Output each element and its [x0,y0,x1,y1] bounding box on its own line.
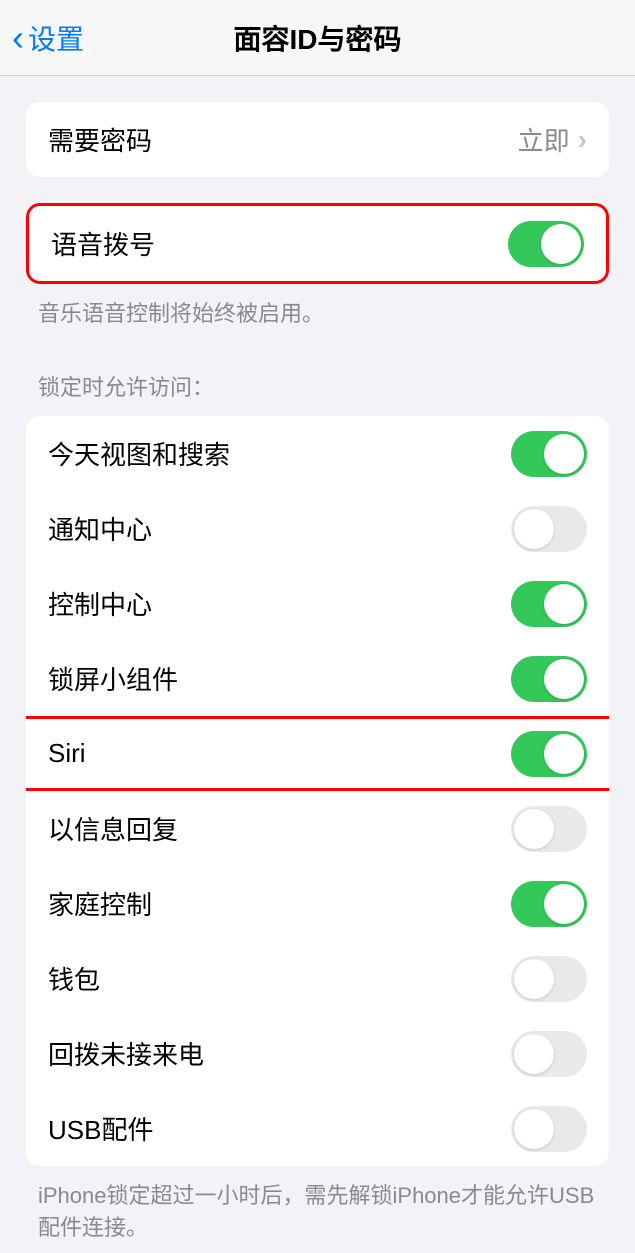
lock-access-header: 锁定时允许访问： [0,356,635,410]
lock-item-row: 锁屏小组件 [26,641,609,716]
lock-item-toggle[interactable] [511,506,587,552]
lock-item-label: 锁屏小组件 [48,660,178,697]
lock-item-label: 控制中心 [48,585,152,622]
lock-item-row: 今天视图和搜索 [26,416,609,491]
require-passcode-label: 需要密码 [48,121,152,158]
passcode-group: 需要密码 立即 › [26,102,609,177]
lock-item-row: 控制中心 [26,566,609,641]
lock-item-row: 通知中心 [26,491,609,566]
nav-header: ‹ 设置 面容ID与密码 [0,0,635,76]
lock-access-group: 今天视图和搜索通知中心控制中心锁屏小组件 Siri 以信息回复家庭控制钱包回拨未接来… [26,416,609,1166]
lock-item-row: 回拨未接来电 [26,1016,609,1091]
lock-item-toggle[interactable] [511,431,587,477]
lock-access-footer: iPhone锁定超过一小时后，需先解锁iPhone才能允许USB配件连接。 [0,1166,635,1242]
lock-item-label: 钱包 [48,960,100,997]
chevron-right-icon: › [578,124,587,156]
lock-item-label: 回拨未接来电 [48,1035,204,1072]
lock-item-row: 钱包 [26,941,609,1016]
page-title: 面容ID与密码 [233,18,401,58]
lock-item-label: 通知中心 [48,510,152,547]
lock-item-toggle[interactable] [511,806,587,852]
voice-dial-group-highlight: 语音拨号 [26,203,609,284]
back-label: 设置 [28,18,84,58]
lock-item-row: 家庭控制 [26,866,609,941]
lock-item-label: Siri [48,738,86,769]
lock-item-label: 以信息回复 [48,810,178,847]
chevron-left-icon: ‹ [12,17,24,59]
require-passcode-row[interactable]: 需要密码 立即 › [26,102,609,177]
voice-dial-row: 语音拨号 [29,206,606,281]
lock-item-label: 今天视图和搜索 [48,435,230,472]
voice-dial-note: 音乐语音控制将始终被启用。 [0,284,635,328]
require-passcode-value: 立即 [518,121,570,158]
back-button[interactable]: ‹ 设置 [0,17,84,59]
lock-item-label: 家庭控制 [48,885,152,922]
lock-item-toggle[interactable] [511,731,587,777]
lock-item-row: USB配件 [26,1091,609,1166]
lock-item-toggle[interactable] [511,1106,587,1152]
voice-dial-label: 语音拨号 [51,225,155,262]
lock-item-toggle[interactable] [511,881,587,927]
voice-dial-toggle[interactable] [508,221,584,267]
lock-item-toggle[interactable] [511,956,587,1002]
lock-item-row: Siri [26,716,609,791]
lock-item-toggle[interactable] [511,581,587,627]
lock-item-toggle[interactable] [511,1031,587,1077]
lock-item-row: 以信息回复 [26,791,609,866]
lock-item-toggle[interactable] [511,656,587,702]
lock-item-label: USB配件 [48,1110,153,1147]
